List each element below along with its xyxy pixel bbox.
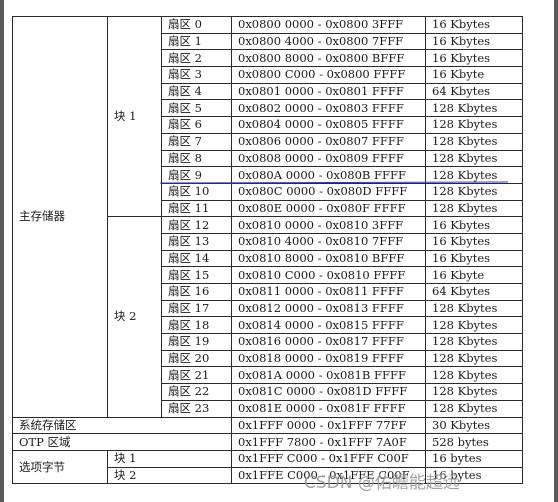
sector-size: 128 Kbytes bbox=[425, 199, 523, 218]
sector-name: 扇区 13 bbox=[161, 232, 232, 251]
address-range: 0x1FFF C000 - 0x1FFF C00F bbox=[231, 449, 426, 468]
block-1-label: 块 1 bbox=[107, 15, 162, 218]
sector-name: 扇区 22 bbox=[161, 383, 232, 401]
address-range: 0x0810 C000 - 0x0810 FFFF bbox=[231, 266, 426, 284]
sector-size: 128 Kbytes bbox=[425, 182, 523, 201]
sector-size: 128 Kbytes bbox=[425, 383, 523, 401]
sector-size: 128 Kbytes bbox=[425, 149, 523, 168]
sector-size: 16 Kbytes bbox=[425, 216, 523, 234]
option-bytes-label: 选项字节 bbox=[12, 449, 108, 485]
sector-name: 扇区 12 bbox=[161, 216, 232, 234]
sector-name: 扇区 4 bbox=[161, 82, 232, 101]
address-range: 0x0800 0000 - 0x0800 3FFF bbox=[231, 16, 426, 34]
address-range: 0x080C 0000 - 0x080D FFFF bbox=[231, 182, 426, 201]
address-range: 0x0806 0000 - 0x0807 FFFF bbox=[231, 132, 426, 151]
sector-name: 扇区 10 bbox=[161, 182, 232, 201]
address-range: 0x081E 0000 - 0x081F FFFF bbox=[231, 399, 426, 418]
main-memory-label: 主存储器 bbox=[12, 16, 108, 418]
block-2-label: 块 2 bbox=[107, 216, 162, 418]
flash-organization-table: 主存储器块 1 扇区 0 0x0800 0000 - 0x0800 3FFF 16 K… bbox=[12, 15, 523, 485]
sector-size: 128 Kbytes bbox=[425, 366, 523, 385]
address-range: 0x0800 8000 - 0x0800 BFFF bbox=[231, 49, 426, 68]
system-memory-label: 系统存储区 bbox=[12, 416, 232, 435]
sector-name: 扇区 15 bbox=[161, 266, 232, 284]
address-range: 0x0818 0000 - 0x0819 FFFF bbox=[231, 349, 426, 368]
sector-name: 扇区 21 bbox=[161, 366, 232, 385]
sector-size: 16 Kbytes bbox=[425, 232, 523, 251]
sector-size: 128 Kbytes bbox=[425, 349, 523, 368]
address-range: 0x1FFF 0000 - 0x1FFF 77FF bbox=[231, 416, 426, 435]
sector-size: 128 Kbytes bbox=[425, 299, 523, 318]
table-row: 系统存储区 0x1FFF 0000 - 0x1FFF 77FF 30 Kbytes bbox=[12, 416, 523, 435]
option-block-label: 块 1 bbox=[107, 449, 232, 468]
otp-area-label: OTP 区域 bbox=[12, 433, 232, 451]
sector-size: 64 Kbytes bbox=[425, 283, 523, 301]
address-range: 0x0800 C000 - 0x0800 FFFF bbox=[231, 66, 426, 84]
address-range: 0x0810 4000 - 0x0810 7FFF bbox=[231, 232, 426, 251]
table-row: 选项字节块 1 0x1FFF C000 - 0x1FFF C00F 16 bytes bbox=[12, 449, 523, 485]
sector-size: 16 Kbytes bbox=[425, 249, 523, 268]
sector-name: 扇区 3 bbox=[161, 66, 232, 84]
sector-name: 扇区 6 bbox=[161, 116, 232, 134]
document-page: 主存储器块 1 扇区 0 0x0800 0000 - 0x0800 3FFF 16 K… bbox=[4, 0, 554, 502]
sector-size: 16 Kbytes bbox=[425, 16, 523, 34]
sector-size: 128 Kbytes bbox=[425, 399, 523, 418]
sector-size: 128 Kbytes bbox=[425, 316, 523, 335]
sector-name: 扇区 23 bbox=[161, 399, 232, 418]
sector-name: 扇区 7 bbox=[161, 132, 232, 151]
sector-name: 扇区 0 bbox=[161, 16, 232, 34]
sector-size: 528 bytes bbox=[425, 433, 523, 451]
table-row: OTP 区域 0x1FFF 7800 - 0x1FFF 7A0F 528 bytes bbox=[12, 433, 523, 451]
table-row: 主存储器块 1 扇区 0 0x0800 0000 - 0x0800 3FFF 16 K… bbox=[12, 15, 523, 418]
sector-size: 128 Kbytes bbox=[425, 99, 523, 118]
sector-size: 16 Kbytes bbox=[425, 49, 523, 68]
address-range: 0x0816 0000 - 0x0817 FFFF bbox=[231, 333, 426, 351]
sector-size: 16 Kbyte bbox=[425, 66, 523, 84]
address-range: 0x0810 0000 - 0x0810 3FFF bbox=[231, 216, 426, 234]
sector-name: 扇区 20 bbox=[161, 349, 232, 368]
sector-size: 16 bytes bbox=[425, 449, 523, 468]
csdn-watermark: CSDN @佑瞻能超远 bbox=[304, 473, 460, 493]
address-range: 0x081C 0000 - 0x081D FFFF bbox=[231, 383, 426, 401]
address-range: 0x1FFF 7800 - 0x1FFF 7A0F bbox=[231, 433, 426, 451]
sector-size: 128 Kbytes bbox=[425, 333, 523, 351]
option-block-label: 块 2 bbox=[107, 466, 232, 485]
sector-name: 扇区 11 bbox=[161, 199, 232, 218]
sector-name: 扇区 19 bbox=[161, 333, 232, 351]
sector-name: 扇区 2 bbox=[161, 49, 232, 68]
sector-size: 16 Kbytes bbox=[425, 32, 523, 51]
sector-name: 扇区 16 bbox=[161, 283, 232, 301]
address-range: 0x0812 0000 - 0x0813 FFFF bbox=[231, 299, 426, 318]
sector-name: 扇区 8 bbox=[161, 149, 232, 168]
sector-name: 扇区 5 bbox=[161, 99, 232, 118]
sector-name: 扇区 18 bbox=[161, 316, 232, 335]
sector-size: 30 Kbytes bbox=[425, 416, 523, 435]
address-range: 0x0804 0000 - 0x0805 FFFF bbox=[231, 116, 426, 134]
sector-size: 16 Kbyte bbox=[425, 266, 523, 284]
sector-name: 扇区 1 bbox=[161, 32, 232, 51]
sector-name: 扇区 17 bbox=[161, 299, 232, 318]
address-range: 0x0801 0000 - 0x0801 FFFF bbox=[231, 82, 426, 101]
address-range: 0x0814 0000 - 0x0815 FFFF bbox=[231, 316, 426, 335]
address-range: 0x0810 8000 - 0x0810 BFFF bbox=[231, 249, 426, 268]
sector-size: 64 Kbytes bbox=[425, 82, 523, 101]
sector-name: 扇区 14 bbox=[161, 249, 232, 268]
address-range: 0x081A 0000 - 0x081B FFFF bbox=[231, 366, 426, 385]
sector-size: 128 Kbytes bbox=[425, 132, 523, 151]
address-range: 0x0811 0000 - 0x0811 FFFF bbox=[231, 283, 426, 301]
address-range: 0x0800 4000 - 0x0800 7FFF bbox=[231, 32, 426, 51]
sector-name: 扇区 9 bbox=[161, 166, 232, 184]
sector-size: 128 Kbytes bbox=[425, 116, 523, 134]
address-range: 0x0808 0000 - 0x0809 FFFF bbox=[231, 149, 426, 168]
address-range: 0x080E 0000 - 0x080F FFFF bbox=[231, 199, 426, 218]
address-range: 0x0802 0000 - 0x0803 FFFF bbox=[231, 99, 426, 118]
